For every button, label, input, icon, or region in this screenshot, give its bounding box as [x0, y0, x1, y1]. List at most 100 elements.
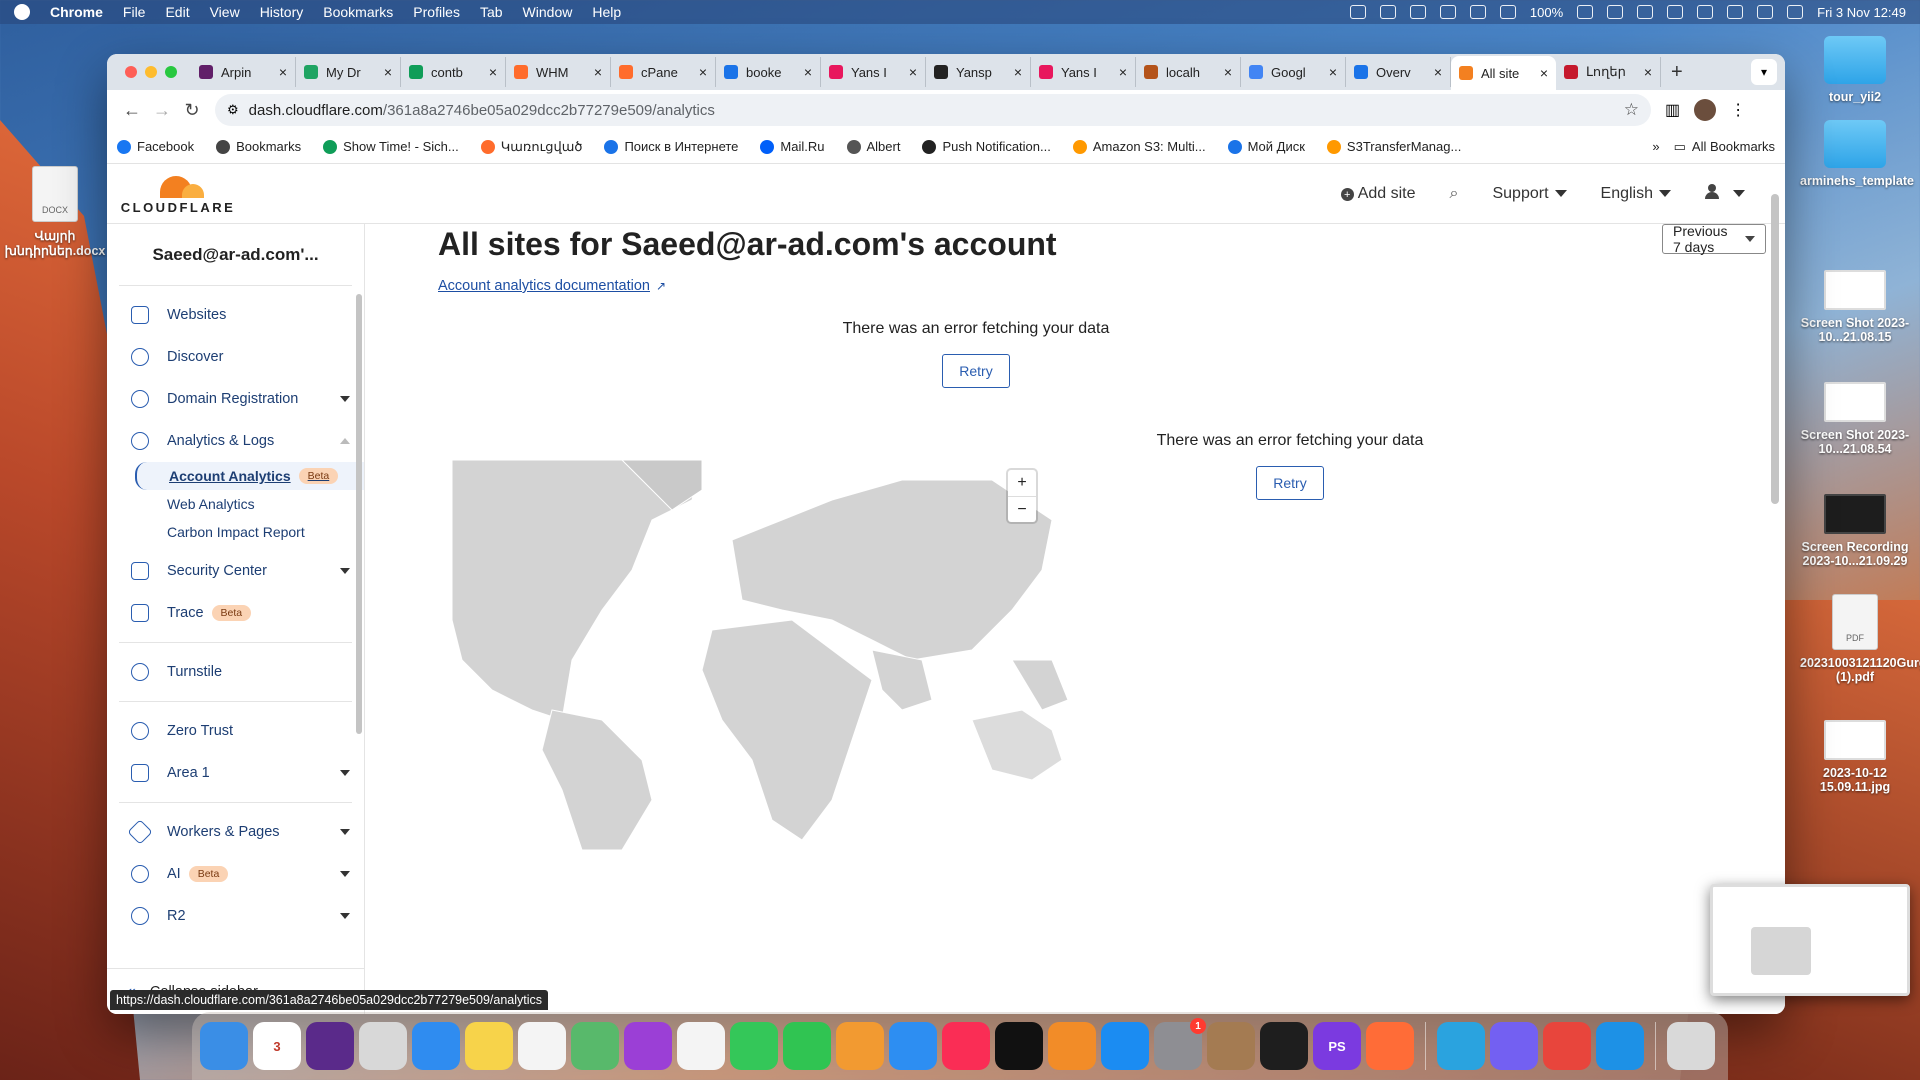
bookmark-item[interactable]: Мой Диск [1227, 139, 1305, 154]
dock-telegram-icon[interactable] [1437, 1022, 1485, 1070]
browser-tab[interactable]: cPane × [611, 57, 716, 87]
airdrop-icon[interactable] [1439, 5, 1456, 19]
headphones-icon[interactable] [1637, 5, 1654, 19]
dock-system-settings-icon[interactable]: 1 [1154, 1018, 1206, 1070]
close-tab-icon[interactable]: × [1014, 64, 1022, 80]
browser-tab[interactable]: Yans I × [1031, 57, 1136, 87]
forward-button[interactable]: → [147, 100, 177, 121]
sidebar-item-zero-trust[interactable]: Zero Trust [107, 710, 364, 752]
dock-books-icon[interactable] [1048, 1022, 1096, 1070]
cloud-icon[interactable] [1409, 5, 1426, 19]
screenshot-preview-thumbnail[interactable] [1710, 884, 1910, 996]
screens-icon[interactable] [1499, 5, 1516, 19]
close-tab-icon[interactable]: × [1224, 64, 1232, 80]
dock-chrome-icon[interactable] [1543, 1022, 1591, 1070]
spotlight-icon[interactable] [1727, 5, 1744, 19]
sidebar-item-ai[interactable]: AI Beta [107, 853, 364, 895]
time-range-select[interactable]: Previous 7 days [1662, 223, 1766, 255]
dock-photos-icon[interactable] [677, 1022, 725, 1070]
browser-tab[interactable]: Overv × [1346, 57, 1451, 87]
battery-icon[interactable] [1577, 5, 1594, 19]
vpn-icon[interactable] [1349, 5, 1366, 19]
dock-viber-icon[interactable] [1490, 1022, 1538, 1070]
browser-tab[interactable]: localh × [1136, 57, 1241, 87]
dock-facetime-icon[interactable] [783, 1022, 831, 1070]
desktop-jpg[interactable]: 2023-10-12 15.09.11.jpg [1800, 720, 1910, 794]
dock-trash-icon[interactable] [1667, 1022, 1715, 1070]
bookmark-star-icon[interactable]: ☆ [1624, 100, 1639, 120]
bookmark-item[interactable]: Поиск в Интернете [604, 139, 738, 154]
dock-music-icon[interactable] [942, 1022, 990, 1070]
menu-window[interactable]: Window [523, 4, 573, 20]
more-bookmarks-icon[interactable]: » [1652, 139, 1659, 154]
close-tab-icon[interactable]: × [804, 64, 812, 80]
sidebar-item-security-center[interactable]: Security Center [107, 550, 364, 592]
bluetooth-icon[interactable] [1667, 5, 1684, 19]
menu-bookmarks[interactable]: Bookmarks [323, 4, 393, 20]
add-site-button[interactable]: + Add site [1340, 185, 1416, 203]
browser-tab[interactable]: Googl × [1241, 57, 1346, 87]
desktop-screen-recording[interactable]: Screen Recording 2023-10...21.09.29 [1800, 494, 1910, 568]
sidebar-item-carbon-impact[interactable]: Carbon Impact Report [107, 518, 364, 546]
bookmark-item[interactable]: Albert [846, 139, 900, 154]
close-tab-icon[interactable]: × [594, 64, 602, 80]
menu-profiles[interactable]: Profiles [413, 4, 460, 20]
close-tab-icon[interactable]: × [1540, 65, 1548, 81]
bookmark-item[interactable]: S3TransferManag... [1326, 139, 1461, 154]
desktop-file-docx[interactable]: DOCX Վայրի խնդիրներ.docx [0, 166, 110, 258]
dock-calendar-icon[interactable]: 3 [253, 1022, 301, 1070]
sidebar-item-web-analytics[interactable]: Web Analytics [107, 490, 364, 518]
dock-notes-icon[interactable] [465, 1022, 513, 1070]
close-tab-icon[interactable]: × [489, 64, 497, 80]
close-tab-icon[interactable]: × [1644, 64, 1652, 80]
control-center-icon[interactable] [1757, 5, 1774, 19]
sidebar-item-r2[interactable]: R2 [107, 895, 364, 937]
dock-maps-icon[interactable] [571, 1022, 619, 1070]
close-tab-icon[interactable]: × [384, 64, 392, 80]
desktop-screenshot-2[interactable]: Screen Shot 2023-10...21.08.54 [1800, 382, 1910, 456]
support-menu[interactable]: Support [1492, 185, 1567, 203]
close-window-button[interactable] [125, 66, 137, 78]
desktop-folder-template[interactable]: arminehs_template [1800, 120, 1914, 188]
sidebar-item-domain-registration[interactable]: Domain Registration [107, 378, 364, 420]
viber-status-icon[interactable] [1379, 5, 1396, 19]
browser-tab[interactable]: contb × [401, 57, 506, 87]
clock[interactable]: Fri 3 Nov 12:49 [1817, 5, 1906, 20]
new-tab-button[interactable]: + [1661, 61, 1693, 84]
all-bookmarks-folder[interactable]: ▭ All Bookmarks [1674, 139, 1775, 155]
bookmark-item[interactable]: Push Notification... [922, 139, 1051, 154]
site-info-icon[interactable]: ⚙ [227, 102, 239, 118]
dock-messages-icon[interactable] [730, 1022, 778, 1070]
dock-mail-icon[interactable] [412, 1022, 460, 1070]
dock-launchpad-icon[interactable] [359, 1022, 407, 1070]
reload-button[interactable]: ↻ [177, 100, 207, 121]
desktop-screenshot-1[interactable]: Screen Shot 2023-10...21.08.15 [1800, 270, 1910, 344]
world-map[interactable]: + − [452, 460, 1068, 850]
dock-podcasts-icon[interactable] [624, 1022, 672, 1070]
sidebar-item-turnstile[interactable]: Turnstile [107, 651, 364, 693]
close-tab-icon[interactable]: × [1119, 64, 1127, 80]
menu-tab[interactable]: Tab [480, 4, 503, 20]
browser-tab[interactable]: All site × [1451, 56, 1556, 90]
sidebar-item-workers-pages[interactable]: Workers & Pages [107, 811, 364, 853]
menu-view[interactable]: View [210, 4, 240, 20]
siri-icon[interactable] [1787, 5, 1804, 19]
sidebar-scrollbar[interactable] [356, 294, 362, 734]
cloudflare-logo[interactable]: CLOUDFLARE [121, 172, 233, 215]
sidebar-item-websites[interactable]: Websites [107, 294, 364, 336]
zoom-window-button[interactable] [165, 66, 177, 78]
side-panel-icon[interactable]: ▥ [1665, 100, 1680, 120]
bookmark-item[interactable]: Կառուցված [480, 139, 582, 155]
zoom-in-button[interactable]: + [1008, 470, 1036, 496]
sidebar-item-area1[interactable]: Area 1 [107, 752, 364, 794]
display-icon[interactable] [1469, 5, 1486, 19]
bookmark-item[interactable]: Show Time! - Sich... [323, 139, 459, 154]
browser-tab[interactable]: Yans I × [821, 57, 926, 87]
dock-terminal-icon[interactable] [1260, 1022, 1308, 1070]
close-tab-icon[interactable]: × [1434, 64, 1442, 80]
bookmark-item[interactable]: Bookmarks [216, 139, 301, 154]
menu-history[interactable]: History [260, 4, 304, 20]
menu-help[interactable]: Help [592, 4, 621, 20]
back-button[interactable]: ← [117, 100, 147, 121]
sidebar-item-analytics-logs[interactable]: Analytics & Logs [107, 420, 364, 462]
